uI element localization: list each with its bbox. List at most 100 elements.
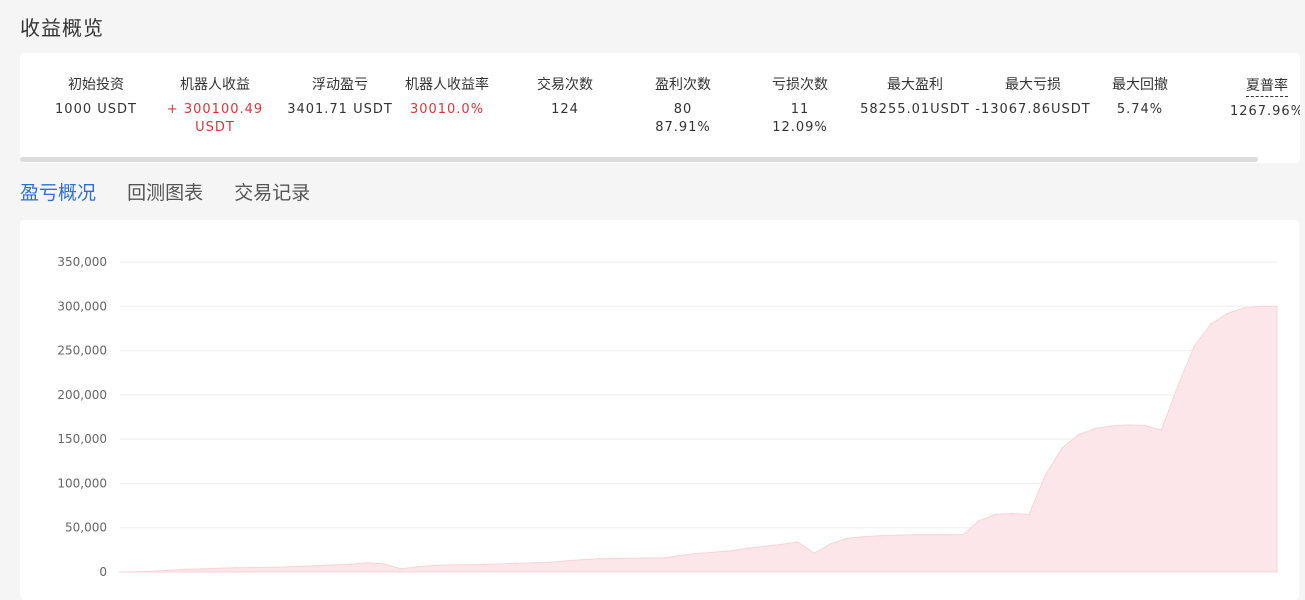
data-point xyxy=(681,554,683,556)
stat-value-line: USDT xyxy=(195,120,235,135)
data-point xyxy=(730,549,733,552)
stat-value: 30010.0% xyxy=(405,101,489,119)
stat-label[interactable]: 夏普率 xyxy=(1246,76,1288,97)
stat-label: 浮动盈亏 xyxy=(311,77,368,93)
y-tick-label: 300,000 xyxy=(57,299,107,313)
data-point xyxy=(912,534,915,536)
stat-value-line: 3401.71 USDT xyxy=(287,102,393,117)
data-point xyxy=(615,557,617,560)
data-point xyxy=(185,568,187,571)
y-tick-label: 100,000 xyxy=(57,476,107,490)
data-point xyxy=(334,564,336,566)
data-point xyxy=(1226,312,1229,315)
stat-value-line: 30010.0% xyxy=(409,102,485,117)
data-point xyxy=(367,561,369,564)
y-tick-label: 200,000 xyxy=(57,388,107,402)
data-point xyxy=(846,537,849,540)
data-point xyxy=(383,563,386,565)
data-point xyxy=(317,564,320,567)
data-point xyxy=(499,563,502,565)
data-point xyxy=(1028,513,1030,516)
data-point xyxy=(152,570,154,573)
data-point xyxy=(995,513,997,516)
data-point xyxy=(697,552,700,555)
data-point xyxy=(813,552,815,555)
page-title: 收益概览 xyxy=(20,16,104,40)
data-point xyxy=(1127,424,1129,426)
stat-value: 58255.01USDT xyxy=(860,101,970,119)
stat-value-line: 11 xyxy=(790,102,810,117)
stat-max-profit: 最大盈利 58255.01USDT xyxy=(860,75,970,119)
data-point xyxy=(1044,473,1047,476)
stat-sharpe-ratio: 夏普率 1267.96% xyxy=(1230,75,1300,121)
data-point xyxy=(400,568,402,570)
stat-max-drawdown: 最大回撤 5.74% xyxy=(1112,75,1168,119)
tab-bar: 盈亏概况 回测图表 交易记录 xyxy=(20,180,336,208)
data-point xyxy=(433,564,435,567)
data-point xyxy=(565,560,568,562)
data-point xyxy=(201,568,204,570)
tab-profit-overview[interactable]: 盈亏概况 xyxy=(20,180,96,206)
tab-trade-records[interactable]: 交易记录 xyxy=(234,180,310,206)
stat-value: 1000 USDT xyxy=(55,101,137,119)
data-point xyxy=(1110,425,1113,427)
tab-backtest-chart[interactable]: 回测图表 xyxy=(127,180,203,206)
data-point xyxy=(268,566,270,569)
stat-value-line: + 300100.49 xyxy=(166,102,264,117)
data-point xyxy=(978,519,981,522)
horizontal-scrollbar[interactable] xyxy=(20,157,1258,162)
stat-initial-investment: 初始投资 1000 USDT xyxy=(55,75,137,119)
data-point xyxy=(631,557,634,560)
chart-card: 0 50,000 100,000 150,000 200,000 250,000 300,0… xyxy=(20,220,1299,600)
stat-value-line: 1267.96% xyxy=(1229,104,1300,119)
y-tick-label: 0 xyxy=(99,565,107,579)
data-point xyxy=(135,570,138,573)
stat-label: 最大亏损 xyxy=(1004,77,1061,93)
stat-value: + 300100.49 USDT xyxy=(167,101,263,137)
data-point xyxy=(648,557,650,559)
stat-max-loss: 最大亏损 -13067.86USDT xyxy=(975,75,1090,119)
stat-value: 1267.96% xyxy=(1230,103,1300,121)
stat-value-line: 12.09% xyxy=(772,120,828,135)
stat-label: 盈利次数 xyxy=(655,77,711,93)
stat-value-line: -13067.86USDT xyxy=(975,102,1091,117)
data-point xyxy=(962,533,964,536)
data-point xyxy=(1061,447,1063,449)
data-point xyxy=(548,561,551,564)
data-point xyxy=(1276,305,1278,307)
stat-loss-count: 亏损次数 11 12.09% xyxy=(772,75,828,137)
stat-bot-return-rate: 机器人收益率 30010.0% xyxy=(405,75,489,119)
data-point xyxy=(251,566,253,569)
data-point xyxy=(598,557,601,560)
data-point xyxy=(218,567,220,570)
data-point xyxy=(168,569,171,571)
data-point xyxy=(879,534,882,537)
data-point xyxy=(1144,424,1146,427)
stat-label: 初始投资 xyxy=(68,77,124,93)
profit-area-chart: 0 50,000 100,000 150,000 200,000 250,000 300,0… xyxy=(57,255,1278,579)
data-point xyxy=(796,541,799,543)
stat-value: -13067.86USDT xyxy=(975,101,1090,119)
stat-floating-pnl: 浮动盈亏 3401.71 USDT xyxy=(287,75,393,119)
stat-label: 交易次数 xyxy=(537,77,593,93)
data-point xyxy=(582,558,584,561)
data-point xyxy=(929,534,931,536)
data-point xyxy=(466,563,468,566)
y-tick-label: 50,000 xyxy=(65,521,107,535)
data-point xyxy=(945,533,948,536)
data-point xyxy=(1077,433,1080,436)
stat-value: 124 xyxy=(537,101,593,119)
data-point xyxy=(1011,512,1014,515)
stat-value-line: 58255.01USDT xyxy=(860,102,970,117)
data-point xyxy=(515,562,518,565)
data-point xyxy=(416,565,419,568)
stat-value-line: 5.74% xyxy=(1116,102,1164,117)
data-point xyxy=(829,542,832,545)
data-point xyxy=(896,534,898,536)
data-point xyxy=(449,564,452,566)
stats-card: 初始投资 1000 USDT 机器人收益 + 300100.49 USDT 浮动盈亏 340… xyxy=(20,53,1300,163)
data-point xyxy=(664,557,667,559)
stat-label: 最大盈利 xyxy=(887,77,943,93)
y-tick-label: 250,000 xyxy=(57,344,107,358)
data-point xyxy=(119,571,121,573)
